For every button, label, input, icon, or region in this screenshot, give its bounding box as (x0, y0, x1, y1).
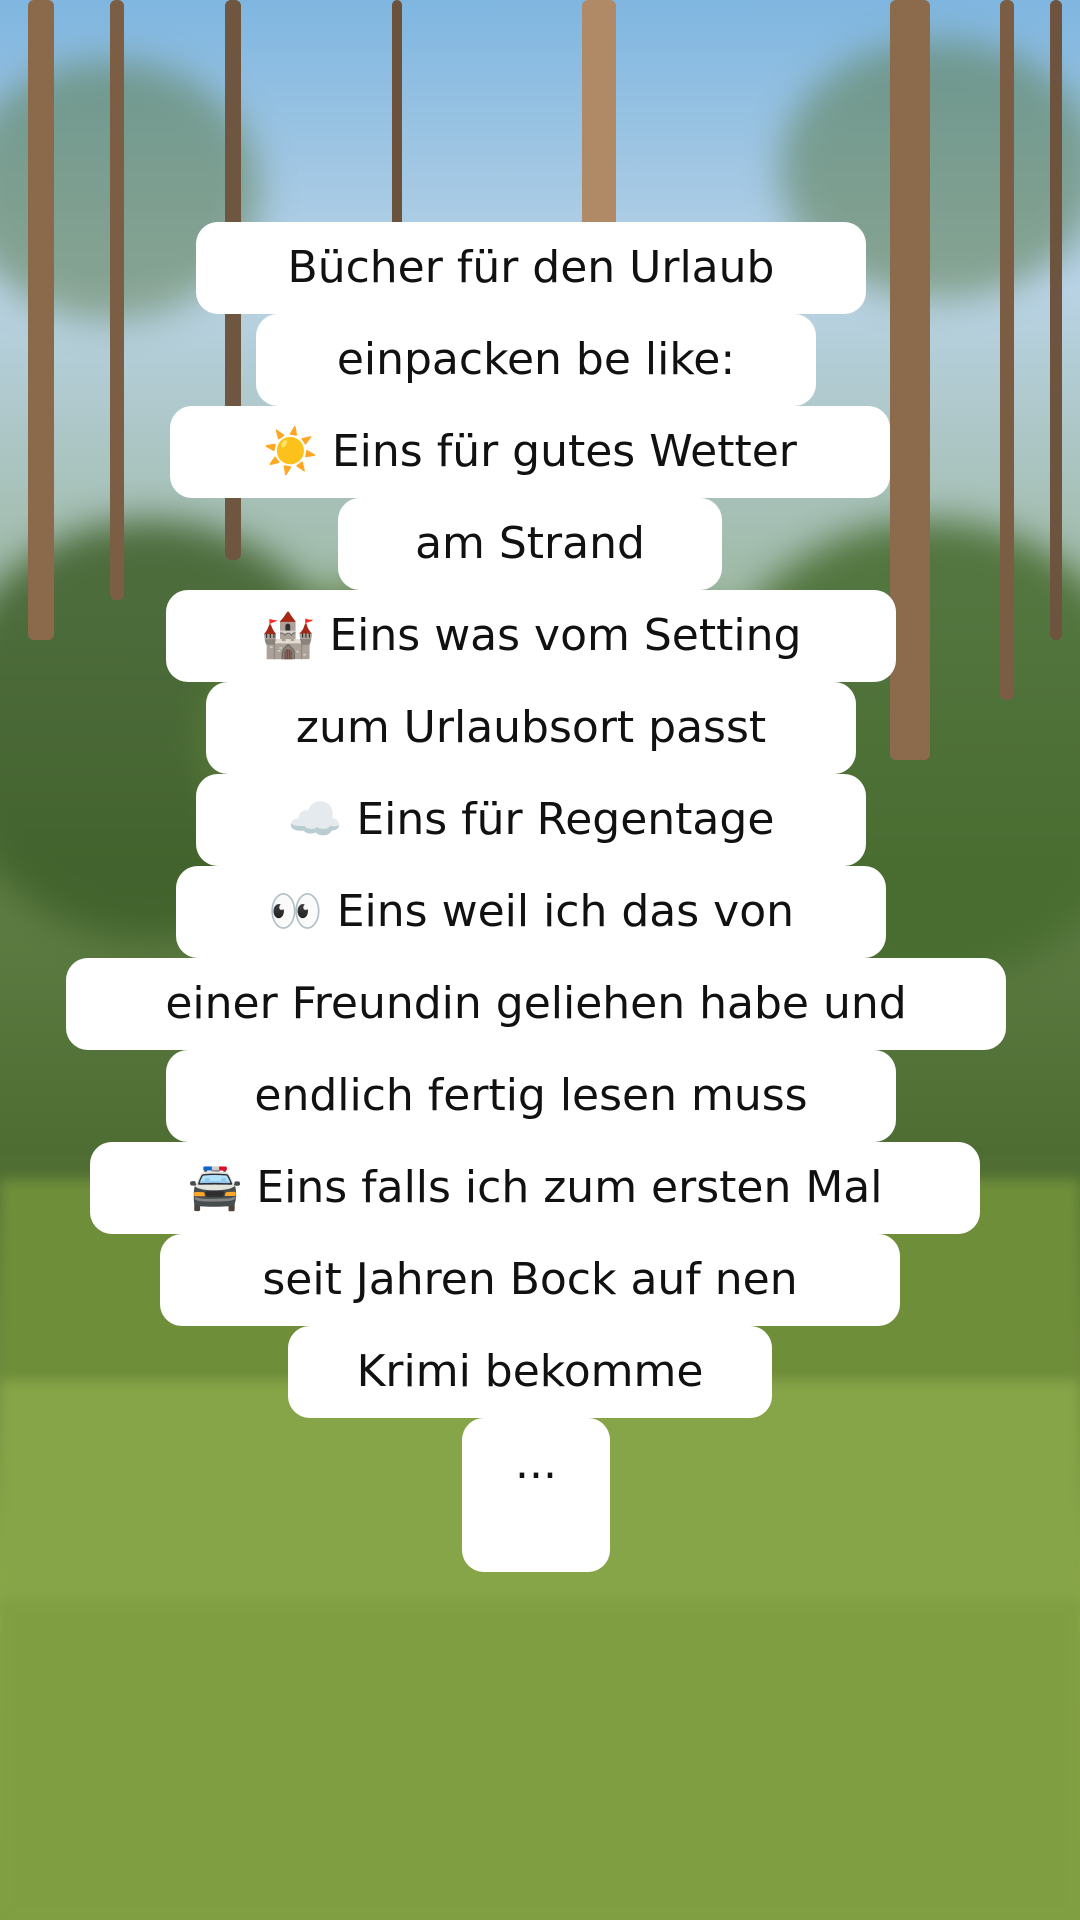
caption-line-6: zum Urlaubsort passt (206, 682, 856, 774)
caption-line-5: 🏰 Eins was vom Setting (166, 590, 896, 682)
caption-overlay: Bücher für den Urlaub einpacken be like:… (0, 0, 1080, 1920)
caption-line-2: einpacken be like: (256, 314, 816, 406)
caption-line-4: am Strand (338, 498, 722, 590)
caption-line-7: ☁️ Eins für Regentage (196, 774, 866, 866)
caption-line-1: Bücher für den Urlaub (196, 222, 866, 314)
caption-line-8: 👀 Eins weil ich das von (176, 866, 886, 958)
caption-line-9: einer Freundin geliehen habe und (66, 958, 1006, 1050)
caption-line-14: ... (462, 1418, 610, 1572)
caption-line-11: 🚔 Eins falls ich zum ersten Mal (90, 1142, 980, 1234)
caption-line-12: seit Jahren Bock auf nen (160, 1234, 900, 1326)
caption-line-13: Krimi bekomme (288, 1326, 772, 1418)
caption-line-3: ☀️ Eins für gutes Wetter (170, 406, 890, 498)
caption-line-10: endlich fertig lesen muss (166, 1050, 896, 1142)
